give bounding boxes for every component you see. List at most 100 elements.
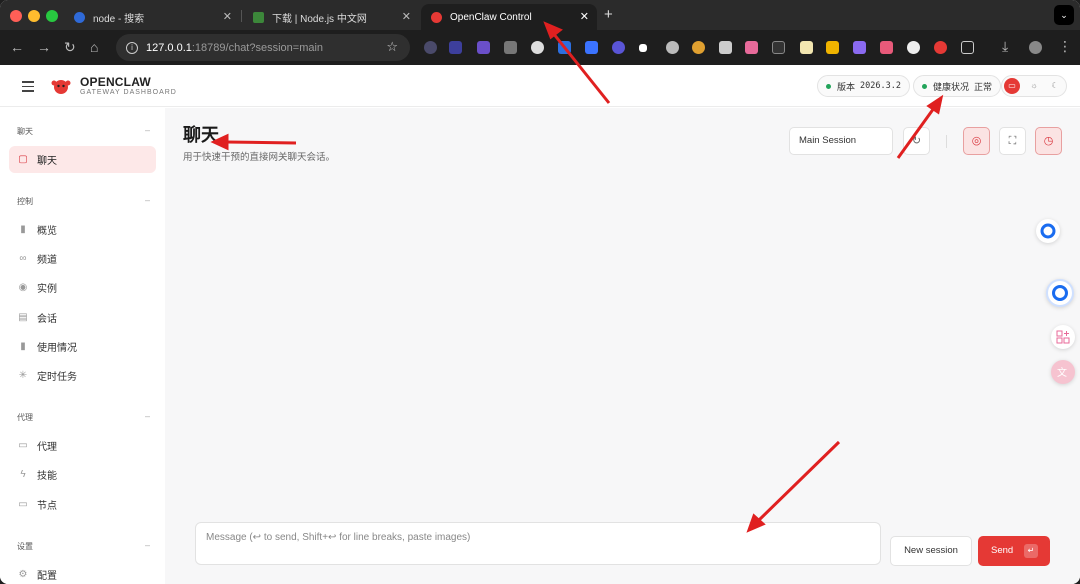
assistant-float-icon[interactable]	[1036, 219, 1060, 243]
history-clock-icon[interactable]: ◷	[1035, 127, 1062, 155]
version-label: 版本	[837, 81, 856, 92]
extension-badge-icon[interactable]	[477, 41, 490, 54]
tab-search-chevron-icon[interactable]: ⌄	[1054, 5, 1074, 25]
extension-ia-icon[interactable]	[449, 41, 462, 54]
sidebar: 聊天 – ▢ 聊天 控制 – ▮ 概览 ∞ 频道 ◉ 实例 ▤ 会话 ▮ 使用情…	[0, 108, 165, 584]
sidebar-item-chat[interactable]: ▢ 聊天	[9, 146, 156, 173]
extension-globe-icon[interactable]	[666, 41, 679, 54]
sidebar-item-label: 技能	[37, 471, 57, 482]
extension-react-icon[interactable]	[424, 41, 437, 54]
collapse-section-icon[interactable]: –	[145, 411, 150, 421]
broadcast-icon: ◉	[18, 282, 28, 293]
extension-openclaw-icon[interactable]	[934, 41, 947, 54]
zoom-window-button[interactable]	[46, 10, 58, 22]
sidebar-section-chat: 聊天	[17, 127, 33, 136]
collapse-section-icon[interactable]: –	[145, 195, 150, 205]
brand-name: OPENCLAW	[80, 75, 151, 89]
theme-light-sun-icon[interactable]: ☼	[1026, 78, 1042, 94]
close-tab-icon[interactable]: ✕	[402, 10, 411, 23]
theme-switcher: ▭ ☼ ☾	[1001, 75, 1067, 97]
sidebar-item-sessions[interactable]: ▤ 会话	[9, 304, 156, 331]
profile-avatar-icon[interactable]	[1029, 41, 1042, 54]
extension-triangle-icon[interactable]	[639, 44, 647, 52]
search-favicon-icon	[74, 11, 85, 23]
app-header: OPENCLAW GATEWAY DASHBOARD 版本 2026.3.2 健…	[0, 65, 1080, 107]
reload-icon[interactable]: ↻	[64, 39, 76, 55]
tab-title: OpenClaw Control	[450, 11, 532, 23]
tab-openclaw-control[interactable]: OpenClaw Control ✕	[421, 4, 597, 30]
tab-nodejs-download[interactable]: 下载 | Node.js 中文网 ✕	[243, 4, 419, 30]
version-value: 2026.3.2	[860, 81, 901, 91]
home-icon[interactable]: ⌂	[90, 39, 98, 55]
sidebar-section-agents: 代理	[17, 413, 33, 422]
extension-vue-icon[interactable]	[504, 41, 517, 54]
session-select[interactable]: Main Session	[789, 127, 893, 155]
send-button[interactable]: Send ↵	[978, 536, 1050, 566]
menu-toggle-icon[interactable]	[22, 81, 34, 92]
thinking-toggle-brain-icon[interactable]: ◎	[963, 127, 990, 155]
toolbar-divider	[946, 135, 947, 148]
brand-subtitle: GATEWAY DASHBOARD	[80, 89, 177, 96]
sidebar-item-config[interactable]: ⚙ 配置	[9, 561, 156, 584]
apps-grid-float-icon[interactable]	[1051, 325, 1075, 349]
extension-circle-icon[interactable]	[612, 41, 625, 54]
status-dot-icon	[826, 83, 831, 89]
extensions-puzzle-icon[interactable]	[961, 41, 974, 54]
refresh-session-icon[interactable]: ↻	[903, 127, 930, 155]
extension-target-icon[interactable]	[531, 41, 544, 54]
extension-pink-icon[interactable]	[745, 41, 758, 54]
tab-node-search[interactable]: node - 搜索 ✕	[64, 4, 240, 30]
extension-ui-icon[interactable]	[772, 41, 785, 54]
extension-chrome-icon[interactable]	[692, 41, 705, 54]
collapse-section-icon[interactable]: –	[145, 540, 150, 550]
sidebar-item-instances[interactable]: ◉ 实例	[9, 274, 156, 301]
sidebar-item-agents[interactable]: ▭ 代理	[9, 432, 156, 459]
collapse-section-icon[interactable]: –	[145, 125, 150, 135]
svg-text:文: 文	[1057, 366, 1067, 379]
forward-icon[interactable]: →	[37, 39, 51, 55]
browser-toolbar: ← → ↻ ⌂ i 127.0.0.1:18789/chat?session=m…	[0, 30, 1080, 65]
tab-title: node - 搜索	[93, 13, 145, 25]
sidebar-item-label: 频道	[37, 255, 57, 266]
address-host: 127.0.0.1	[146, 41, 192, 54]
sidebar-item-skills[interactable]: ϟ 技能	[9, 461, 156, 488]
address-path: :18789/chat?session=main	[191, 41, 324, 54]
theme-dark-moon-icon[interactable]: ☾	[1047, 78, 1063, 94]
new-tab-icon[interactable]: +	[604, 6, 613, 23]
sidebar-item-label: 会话	[37, 314, 57, 325]
browser-window: node - 搜索 ✕ 下载 | Node.js 中文网 ✕ OpenClaw …	[0, 0, 1080, 584]
sidebar-item-usage[interactable]: ▮ 使用情况	[9, 333, 156, 360]
sidebar-item-cron[interactable]: ✳ 定时任务	[9, 362, 156, 389]
extension-note-icon[interactable]	[800, 41, 813, 54]
download-icon[interactable]: ⤓	[1002, 38, 1008, 54]
extension-heart-icon[interactable]	[880, 41, 893, 54]
extension-panda-icon[interactable]	[907, 41, 920, 54]
theme-system-monitor-icon[interactable]: ▭	[1004, 78, 1020, 94]
site-info-icon[interactable]: i	[126, 41, 138, 54]
extension-diamond-icon[interactable]	[585, 41, 598, 54]
minimize-window-button[interactable]	[28, 10, 40, 22]
new-session-button[interactable]: New session	[890, 536, 972, 566]
health-badge: 健康状况 正常	[913, 75, 1002, 97]
message-input[interactable]: Message (↩ to send, Shift+↩ for line bre…	[195, 522, 881, 565]
close-window-button[interactable]	[10, 10, 22, 22]
extension-crystal-icon[interactable]	[853, 41, 866, 54]
translate-float-icon[interactable]: 文	[1051, 360, 1075, 384]
close-tab-icon[interactable]: ✕	[580, 10, 589, 23]
browser-menu-icon[interactable]: ⋮	[1058, 38, 1072, 54]
sidebar-item-channels[interactable]: ∞ 频道	[9, 245, 156, 272]
sidebar-item-overview[interactable]: ▮ 概览	[9, 216, 156, 243]
focus-mode-icon[interactable]: ⛶	[999, 127, 1026, 155]
close-tab-icon[interactable]: ✕	[223, 10, 232, 23]
tab-title: 下载 | Node.js 中文网	[272, 13, 367, 25]
sidebar-item-label: 概览	[37, 226, 57, 237]
extension-yellow-icon[interactable]	[826, 41, 839, 54]
address-bar[interactable]: i 127.0.0.1:18789/chat?session=main ☆	[116, 34, 410, 61]
monitor-icon: ▭	[18, 499, 28, 510]
extension-blue-icon[interactable]	[558, 41, 571, 54]
ai-float-icon[interactable]	[1046, 279, 1074, 307]
bookmark-star-icon[interactable]: ☆	[386, 39, 398, 55]
sidebar-item-nodes[interactable]: ▭ 节点	[9, 491, 156, 518]
back-icon[interactable]: ←	[10, 39, 24, 55]
extension-grid-icon[interactable]	[719, 41, 732, 54]
